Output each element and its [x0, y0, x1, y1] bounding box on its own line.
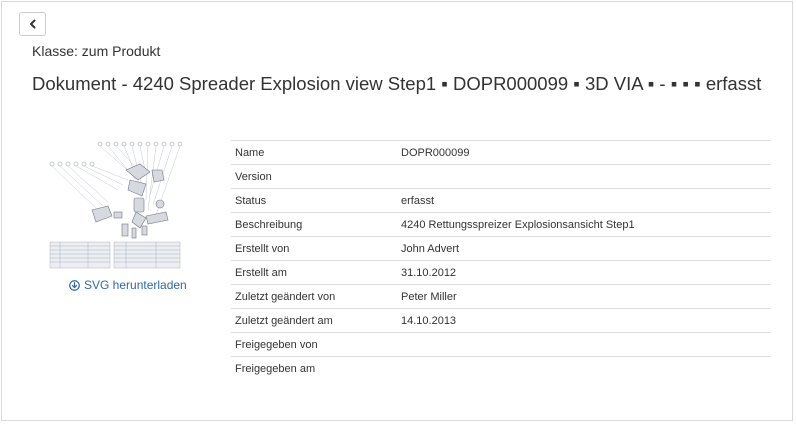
table-row: Erstellt am 31.10.2012 — [231, 260, 771, 285]
property-key: Freigegeben am — [231, 356, 397, 380]
property-value: 31.10.2012 — [397, 260, 771, 285]
document-panel: Klasse: zum Produkt Dokument - 4240 Spre… — [1, 1, 793, 421]
table-row: Status erfasst — [231, 188, 771, 213]
download-svg-link[interactable]: SVG herunterladen — [69, 278, 187, 292]
property-key: Version — [231, 164, 397, 189]
property-key: Erstellt am — [231, 260, 397, 285]
property-value — [397, 332, 771, 357]
properties-table: Name DOPR000099 Version Status erfasst B… — [231, 140, 771, 380]
table-row: Erstellt von John Advert — [231, 236, 771, 261]
chevron-left-icon — [29, 19, 35, 29]
property-value: DOPR000099 — [397, 140, 771, 165]
property-value — [397, 356, 771, 380]
download-circle-icon — [69, 279, 80, 291]
property-key: Erstellt von — [231, 236, 397, 261]
property-key: Status — [231, 188, 397, 213]
page-title: Dokument - 4240 Spreader Explosion view … — [32, 73, 762, 94]
property-value: 4240 Rettungsspreizer Explosionsansicht … — [397, 212, 771, 237]
property-value: John Advert — [397, 236, 771, 261]
table-row: Freigegeben von — [231, 332, 771, 357]
property-key: Beschreibung — [231, 212, 397, 237]
table-row: Beschreibung 4240 Rettungsspreizer Explo… — [231, 212, 771, 237]
document-preview-thumbnail[interactable] — [48, 140, 182, 270]
property-value — [397, 164, 771, 189]
property-value: 14.10.2013 — [397, 308, 771, 333]
property-value: Peter Miller — [397, 284, 771, 309]
table-row: Zuletzt geändert von Peter Miller — [231, 284, 771, 309]
class-label: Klasse: zum Produkt — [32, 43, 161, 59]
property-key: Zuletzt geändert am — [231, 308, 397, 333]
table-row: Name DOPR000099 — [231, 140, 771, 165]
property-key: Freigegeben von — [231, 332, 397, 357]
table-row: Zuletzt geändert am 14.10.2013 — [231, 308, 771, 333]
download-label: SVG herunterladen — [84, 278, 187, 292]
property-key: Name — [231, 140, 397, 165]
back-button[interactable] — [19, 12, 46, 36]
property-key: Zuletzt geändert von — [231, 284, 397, 309]
property-value: erfasst — [397, 188, 771, 213]
table-row: Version — [231, 164, 771, 189]
table-row: Freigegeben am — [231, 356, 771, 380]
